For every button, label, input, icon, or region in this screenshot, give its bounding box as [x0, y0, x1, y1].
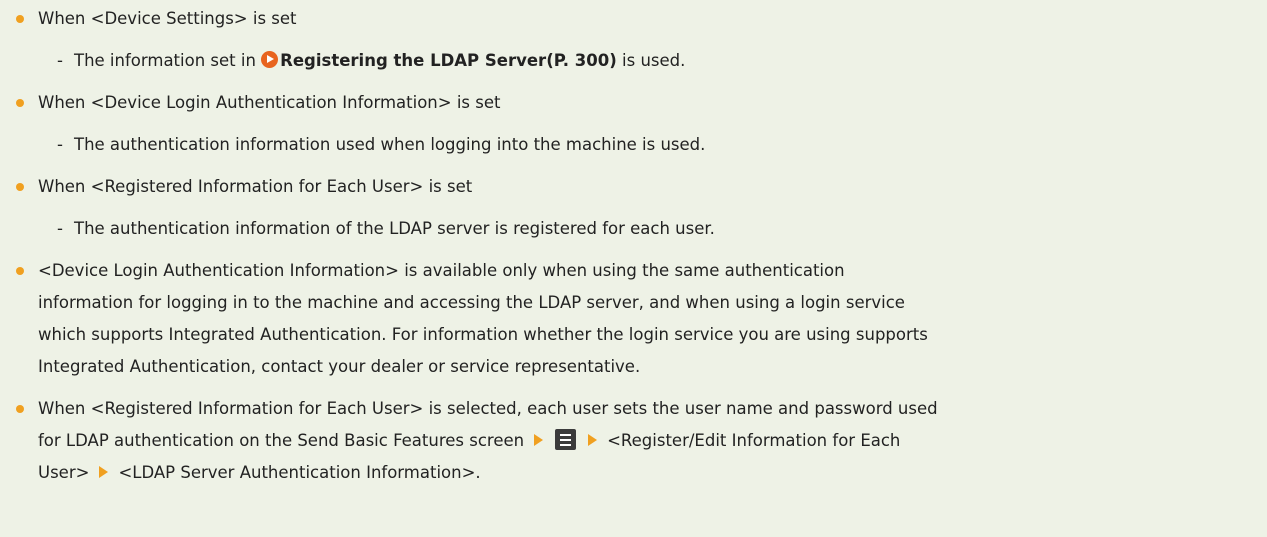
note-line-suffix: <LDAP Server Authentication Information>… [118, 463, 481, 482]
bullet-icon [16, 99, 24, 107]
link-arrow-icon [261, 51, 279, 68]
bullet-icon [16, 267, 24, 275]
note-line: information for logging in to the machin… [38, 293, 905, 312]
list-item-text: When <Device Login Authentication Inform… [38, 93, 501, 112]
registering-ldap-server-link[interactable]: Registering the LDAP Server(P. 300) [261, 51, 617, 70]
note-line: which supports Integrated Authentication… [38, 325, 928, 344]
step-arrow-icon [534, 434, 544, 446]
sub-item-prefix: The information set in [74, 51, 262, 70]
sub-item-text: The authentication information of the LD… [74, 219, 715, 238]
sub-item-suffix: is used. [616, 51, 686, 70]
note-registered-info: When <Registered Information for Each Us… [16, 393, 1256, 489]
sub-item-text: The authentication information used when… [74, 135, 706, 154]
note-line: When <Registered Information for Each Us… [38, 399, 938, 418]
step-arrow-icon [588, 434, 598, 446]
note-line-suffix: <Register/Edit Information for Each [607, 431, 901, 450]
dash-marker: - [57, 135, 63, 154]
list-item-text: When <Device Settings> is set [38, 9, 297, 28]
note-line: for LDAP authentication on the Send Basi… [38, 425, 1256, 457]
list-item-text: When <Registered Information for Each Us… [38, 177, 473, 196]
document-content: When <Device Settings> is set - The infor… [16, 0, 1256, 489]
link-text: Registering the LDAP Server(P. 300) [280, 51, 617, 70]
dash-marker: - [57, 51, 63, 70]
note-line: Integrated Authentication, contact your … [38, 357, 641, 376]
list-item: When <Registered Information for Each Us… [16, 171, 1256, 203]
step-arrow-icon [99, 466, 109, 478]
bullet-icon [16, 183, 24, 191]
note-line: <Device Login Authentication Information… [38, 261, 845, 280]
list-item: When <Device Settings> is set [16, 3, 1256, 35]
note-line: User> <LDAP Server Authentication Informa… [38, 457, 1256, 489]
sub-list-item: - The authentication information of the L… [16, 213, 1256, 245]
bullet-icon [16, 405, 24, 413]
menu-icon [555, 429, 577, 450]
list-item: When <Device Login Authentication Inform… [16, 87, 1256, 119]
sub-list-item: - The information set in Registering the … [16, 45, 1256, 77]
note-line-prefix: User> [38, 463, 90, 482]
sub-list-item: - The authentication information used whe… [16, 129, 1256, 161]
note-line-prefix: for LDAP authentication on the Send Basi… [38, 431, 525, 450]
dash-marker: - [57, 219, 63, 238]
note-device-login: <Device Login Authentication Information… [16, 255, 1256, 383]
bullet-icon [16, 15, 24, 23]
